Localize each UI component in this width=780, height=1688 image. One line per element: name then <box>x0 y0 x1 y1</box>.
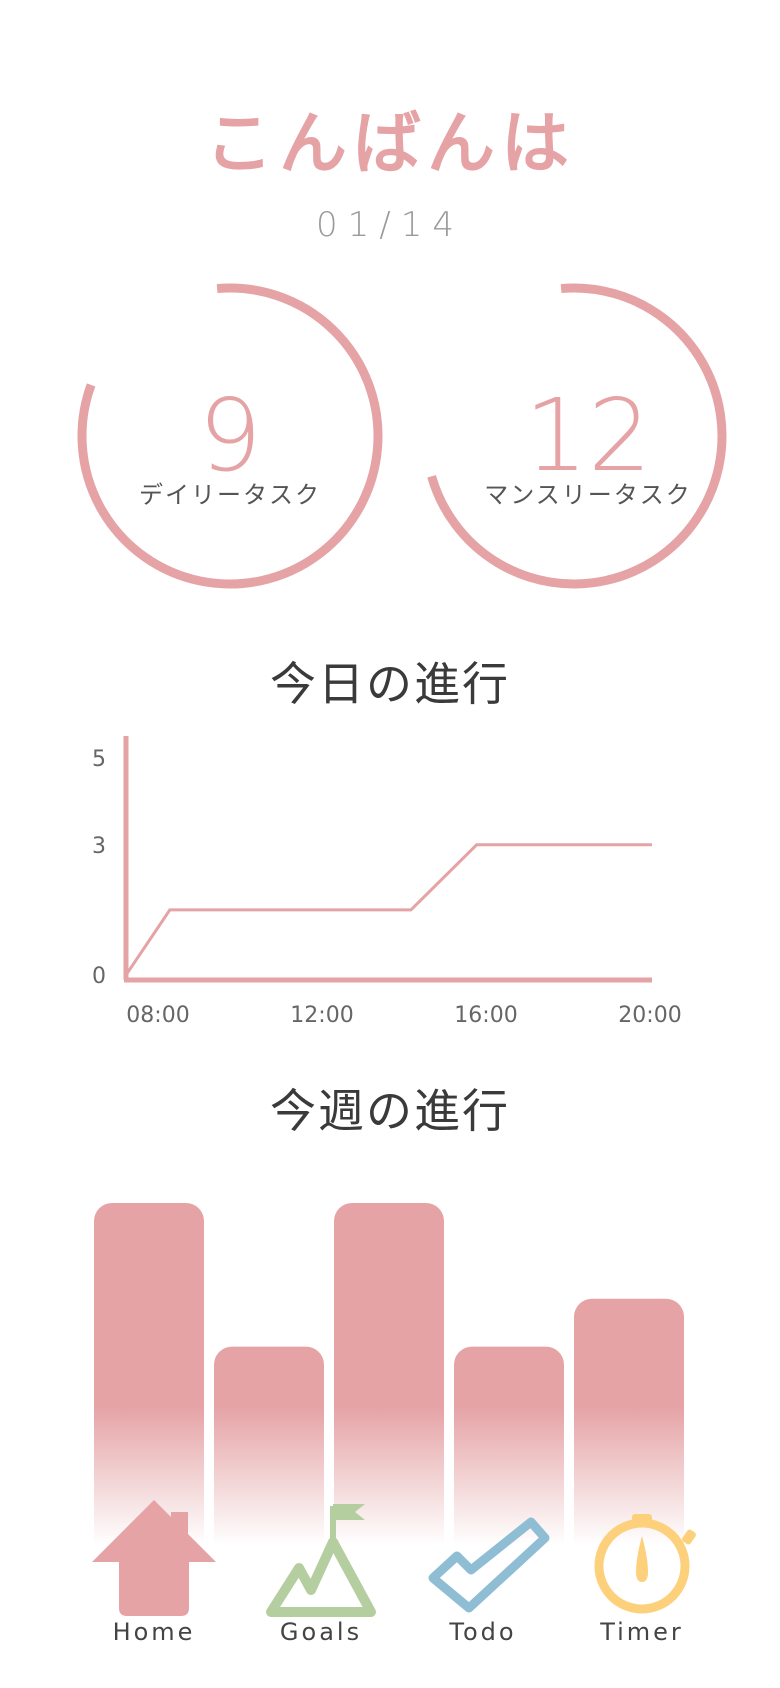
nav-todo-label: Todo <box>449 1618 517 1646</box>
nav-goals-label: Goals <box>279 1618 363 1646</box>
mountain-flag-icon <box>266 1504 376 1617</box>
nav-home-label: Home <box>112 1618 196 1646</box>
stopwatch-icon <box>594 1514 696 1614</box>
bottom-navigation: Home Goals Todo Timer <box>0 1490 780 1650</box>
home-icon <box>92 1500 216 1616</box>
nav-timer-label: Timer <box>600 1618 684 1646</box>
week-progress-chart <box>94 1203 684 1565</box>
checkmark-icon <box>428 1517 550 1613</box>
